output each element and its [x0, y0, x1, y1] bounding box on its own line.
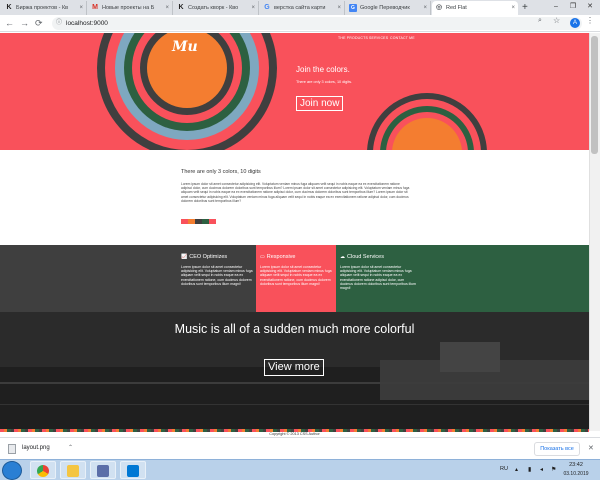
- color-swatch: [202, 219, 209, 224]
- chevron-up-icon[interactable]: ⌃: [68, 444, 73, 451]
- address-bar[interactable]: ⓘ localhost:9000: [52, 17, 582, 30]
- hero-title: Join the colors.: [296, 65, 350, 74]
- taskbar: RU ▴ ▮ ◂ ⚑ 23:42 03.10.2019: [0, 459, 600, 480]
- color-swatch: [188, 219, 195, 224]
- zoom-icon[interactable]: ⌕: [538, 17, 542, 25]
- footer-copyright: Copyright © 2013 CSS Author: [269, 432, 320, 436]
- info-icon[interactable]: ⓘ: [56, 17, 62, 30]
- url-text: localhost:9000: [66, 20, 108, 27]
- maximize-icon[interactable]: ❐: [565, 1, 581, 13]
- flag-icon[interactable]: ⚑: [551, 466, 556, 473]
- color-swatch: [209, 219, 216, 224]
- music-section: Music is all of a sudden much more color…: [0, 312, 589, 429]
- hero-subtitle: There are only 3 colors, 10 digits.: [296, 80, 353, 84]
- feature-text: Lorem ipsum dolor sit amet consectetur a…: [260, 265, 332, 286]
- feature-responsive: ▭ Responsive Lorem ipsum dolor sit amet c…: [256, 245, 336, 312]
- tab-label: Новые проекты на Б: [102, 5, 155, 11]
- star-icon[interactable]: ☆: [553, 16, 560, 25]
- download-filename[interactable]: layout.png: [22, 445, 50, 451]
- cloud-icon: ☁: [340, 254, 345, 260]
- tab-kwork[interactable]: K Создать кворк - Кво ×: [174, 1, 259, 15]
- color-swatch: [181, 219, 188, 224]
- hero-section: Mu THE PRODUCTS SERVICES CONTACT ME Join…: [0, 33, 589, 150]
- close-icon[interactable]: ×: [79, 1, 83, 15]
- translate-icon: G: [349, 4, 357, 12]
- taskbar-chrome[interactable]: [30, 461, 56, 479]
- info-text: Lorem ipsum dolor sit amet consectetur a…: [181, 182, 410, 203]
- google-icon: G: [264, 4, 270, 11]
- tab-red-flat[interactable]: ◎ Red Flat ×: [432, 1, 518, 15]
- nav-contact[interactable]: CONTACT ME: [390, 36, 415, 40]
- taskbar-save[interactable]: [90, 461, 116, 479]
- vscode-icon: [127, 465, 139, 477]
- hero-rings: [97, 33, 487, 150]
- feature-cloud: ☁ Cloud Services Lorem ipsum dolor sit am…: [336, 245, 589, 312]
- close-icon[interactable]: ×: [511, 1, 515, 15]
- laptop-icon: ▭: [260, 254, 265, 260]
- tab-label: Google Переводчик: [360, 5, 410, 11]
- feature-ceo: 📈 CEO Optimizes Lorem ipsum dolor sit ame…: [0, 245, 256, 312]
- taskbar-explorer[interactable]: [60, 461, 86, 479]
- close-icon[interactable]: ×: [423, 1, 427, 15]
- reload-icon[interactable]: ⟳: [35, 17, 43, 29]
- tab-gmail[interactable]: M Новые проекты на Б ×: [88, 1, 173, 15]
- tab-label: Red Flat: [446, 5, 467, 11]
- clock-time[interactable]: 23:42: [562, 462, 590, 468]
- features-section: 📈 CEO Optimizes Lorem ipsum dolor sit ame…: [0, 245, 589, 312]
- globe-icon: ◎: [435, 4, 443, 11]
- file-icon: [8, 444, 16, 454]
- nav-services[interactable]: SERVICES: [369, 36, 388, 40]
- minimize-icon[interactable]: –: [548, 1, 564, 13]
- close-icon[interactable]: ×: [251, 1, 255, 15]
- chrome-icon: [37, 465, 49, 477]
- floppy-icon: [97, 465, 109, 477]
- site-logo[interactable]: Mu: [172, 39, 198, 55]
- music-title: Music is all of a sudden much more color…: [174, 322, 415, 336]
- k-icon: K: [178, 4, 184, 11]
- new-tab-icon[interactable]: +: [522, 2, 528, 14]
- tab-birzha[interactable]: K Биржа проектов - Кв ×: [2, 1, 87, 15]
- feature-title: ▭ Responsive: [260, 254, 296, 260]
- tab-strip: K Биржа проектов - Кв × M Новые проекты …: [0, 0, 600, 15]
- chart-icon: 📈: [181, 254, 188, 260]
- close-icon[interactable]: ×: [165, 1, 169, 15]
- gmail-icon: M: [92, 4, 98, 11]
- menu-icon[interactable]: ⋮: [586, 16, 594, 25]
- scrollbar-thumb[interactable]: [591, 36, 598, 154]
- chevron-up-icon[interactable]: ▴: [515, 466, 518, 473]
- language-indicator[interactable]: RU: [500, 466, 508, 472]
- taskbar-vscode[interactable]: [120, 461, 146, 479]
- color-swatch: [195, 219, 202, 224]
- avatar[interactable]: A: [570, 18, 580, 28]
- close-icon[interactable]: ×: [337, 1, 341, 15]
- clock-date[interactable]: 03.10.2019: [560, 471, 592, 477]
- tab-label: Биржа проектов - Кв: [16, 5, 69, 11]
- tab-google-search[interactable]: G верстка сайта карти ×: [260, 1, 345, 15]
- feature-title: ☁ Cloud Services: [340, 254, 384, 260]
- show-all-button[interactable]: Показать все: [534, 442, 580, 456]
- downloads-bar: layout.png ⌃ Показать все ✕: [0, 437, 600, 459]
- folder-icon: [67, 465, 79, 477]
- close-icon[interactable]: ✕: [588, 444, 594, 452]
- feature-text: Lorem ipsum dolor sit amet consectetur a…: [181, 265, 253, 286]
- info-section: There are only 3 colors, 10 digits Lorem…: [0, 150, 589, 245]
- network-icon[interactable]: ▮: [528, 466, 531, 473]
- tab-translate[interactable]: G Google Переводчик ×: [346, 1, 431, 15]
- forward-icon[interactable]: →: [20, 17, 29, 29]
- view-more-button[interactable]: View more: [264, 359, 324, 376]
- volume-icon[interactable]: ◂: [540, 466, 543, 473]
- tab-label: Создать кворк - Кво: [188, 5, 239, 11]
- feature-title: 📈 CEO Optimizes: [181, 254, 228, 260]
- k-icon: K: [6, 4, 12, 11]
- tab-label: верстка сайта карти: [274, 5, 326, 11]
- info-title: There are only 3 colors, 10 digits: [181, 169, 261, 175]
- feature-text: Lorem ipsum dolor sit amet consectetur a…: [340, 265, 416, 291]
- window-close-icon[interactable]: ✕: [582, 1, 598, 13]
- browser-toolbar: ← → ⟳ ⓘ localhost:9000: [0, 15, 600, 32]
- back-icon[interactable]: ←: [5, 17, 14, 29]
- nav-products[interactable]: THE PRODUCTS: [338, 36, 368, 40]
- start-button[interactable]: [2, 461, 22, 480]
- join-now-button[interactable]: Join now: [296, 96, 344, 111]
